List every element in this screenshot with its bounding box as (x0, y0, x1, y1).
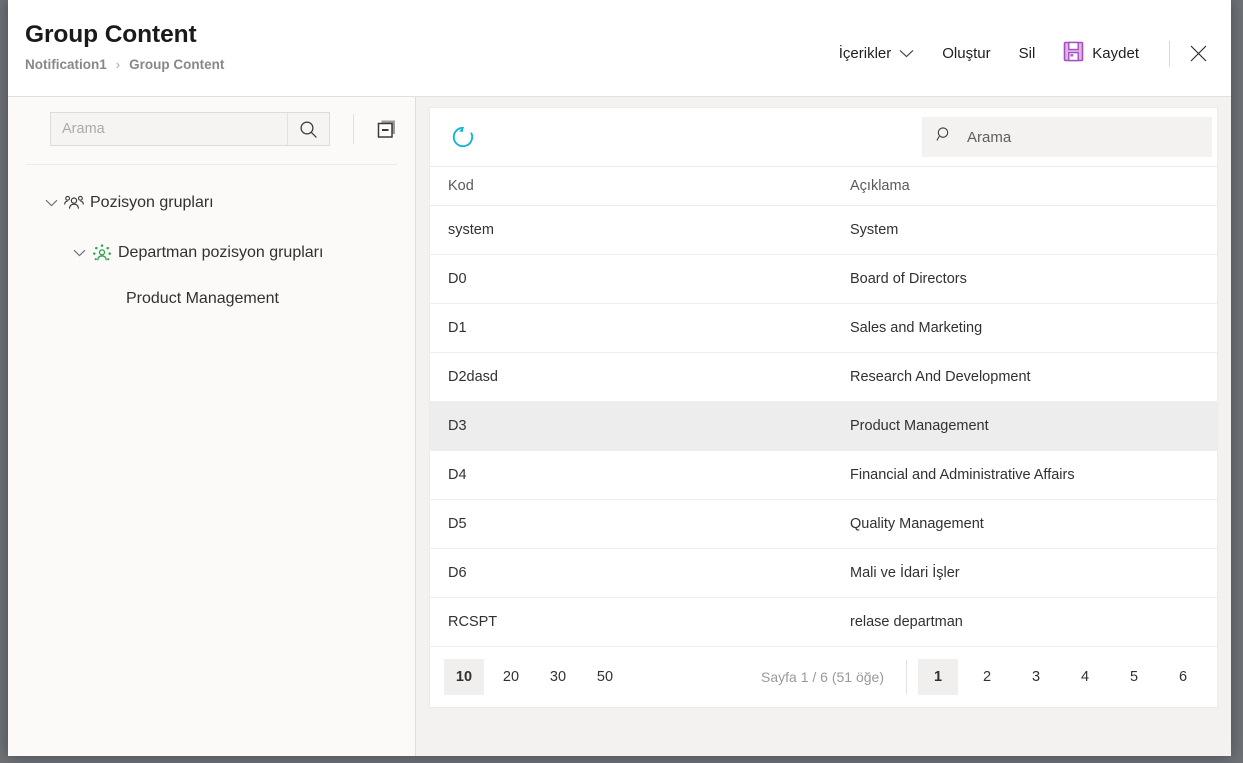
delete-button[interactable]: Sil (1005, 41, 1050, 66)
create-button-label: Oluştur (942, 45, 990, 62)
department-group-icon (90, 244, 114, 263)
page-number-6[interactable]: 6 (1163, 659, 1203, 695)
cell-kod: D6 (430, 549, 848, 598)
header-divider (1169, 41, 1170, 67)
table-row[interactable]: D4 Financial and Administrative Affairs (430, 451, 1217, 500)
tree-node-label: Departman pozisyon grupları (118, 244, 323, 262)
pagination: 10 20 30 50 Sayfa 1 / 6 (51 öğe) 1 2 3 4… (430, 647, 1217, 707)
table-row-selected[interactable]: D3 Product Management (430, 402, 1217, 451)
cell-aciklama: Mali ve İdari İşler (848, 549, 1217, 598)
contents-dropdown-button[interactable]: İçerikler (825, 41, 929, 66)
cell-kod: D4 (430, 451, 848, 500)
cell-kod: D0 (430, 255, 848, 304)
page-size-20[interactable]: 20 (491, 659, 531, 695)
cell-kod: RCSPT (430, 598, 848, 647)
cell-kod: D5 (430, 500, 848, 549)
group-content-panel: Group Content Notification1 › Group Cont… (8, 0, 1231, 756)
page-number-list: 1 2 3 4 5 6 (918, 659, 1207, 695)
refresh-icon (450, 124, 476, 150)
create-button[interactable]: Oluştur (928, 41, 1004, 66)
grid-search-input[interactable] (965, 128, 1198, 147)
table-row[interactable]: D0 Board of Directors (430, 255, 1217, 304)
grid-card: Kod Açıklama system System D0 Board of D… (429, 107, 1218, 708)
search-icon (299, 120, 318, 139)
close-button[interactable] (1180, 41, 1217, 66)
page-size-30[interactable]: 30 (538, 659, 578, 695)
pagination-divider (906, 660, 907, 694)
contents-dropdown-label: İçerikler (839, 45, 892, 62)
sidebar-toolbar (8, 97, 415, 159)
cell-aciklama: relase departman (848, 598, 1217, 647)
save-button[interactable]: Kaydet (1049, 37, 1153, 70)
tree-node-pozisyon-gruplari[interactable]: Pozisyon grupları (8, 187, 415, 219)
cell-aciklama: Board of Directors (848, 255, 1217, 304)
table-row[interactable]: D1 Sales and Marketing (430, 304, 1217, 353)
save-icon (1063, 41, 1084, 66)
cell-kod: system (430, 206, 848, 255)
breadcrumb-item-0[interactable]: Notification1 (25, 57, 107, 72)
sidebar-search (50, 112, 330, 146)
cell-kod: D1 (430, 304, 848, 353)
tree-node-product-management[interactable]: Product Management (8, 283, 415, 315)
table-row[interactable]: RCSPT relase departman (430, 598, 1217, 647)
table-row[interactable]: D2dasd Research And Development (430, 353, 1217, 402)
sidebar-search-button[interactable] (287, 113, 329, 145)
tree-node-label: Product Management (126, 290, 279, 308)
cell-aciklama: Product Management (848, 402, 1217, 451)
cell-aciklama: Research And Development (848, 353, 1217, 402)
cell-kod: D2dasd (430, 353, 848, 402)
save-button-label: Kaydet (1092, 45, 1139, 62)
page-number-1[interactable]: 1 (918, 659, 958, 695)
table-row[interactable]: D5 Quality Management (430, 500, 1217, 549)
breadcrumb-item-1: Group Content (129, 57, 224, 72)
breadcrumb-separator-icon: › (116, 57, 120, 72)
column-header-aciklama[interactable]: Açıklama (848, 167, 1217, 206)
header-title-block: Group Content Notification1 › Group Cont… (8, 0, 224, 72)
tree-node-label: Pozisyon grupları (90, 194, 214, 212)
grid-toolbar (430, 108, 1217, 166)
header-actions: İçerikler Oluştur Sil (825, 37, 1217, 70)
page-number-4[interactable]: 4 (1065, 659, 1105, 695)
tree-node-departman-pozisyon-gruplari[interactable]: Departman pozisyon grupları (8, 237, 415, 269)
table-row[interactable]: system System (430, 206, 1217, 255)
cell-aciklama: System (848, 206, 1217, 255)
table-header-row: Kod Açıklama (430, 167, 1217, 206)
chevron-down-icon (899, 45, 914, 62)
content-area: Kod Açıklama system System D0 Board of D… (416, 97, 1231, 756)
breadcrumb: Notification1 › Group Content (25, 57, 224, 72)
sidebar-toolbar-divider (353, 114, 354, 144)
page-number-3[interactable]: 3 (1016, 659, 1056, 695)
chevron-down-icon[interactable] (68, 249, 90, 257)
table-header: Kod Açıklama (430, 167, 1217, 206)
page-number-2[interactable]: 2 (967, 659, 1007, 695)
search-icon (936, 126, 953, 148)
sidebar-search-input[interactable] (51, 113, 287, 145)
collapse-all-button[interactable] (374, 116, 400, 142)
page-size-selector: 10 20 30 50 (444, 659, 632, 695)
page-size-10[interactable]: 10 (444, 659, 484, 695)
page-number-5[interactable]: 5 (1114, 659, 1154, 695)
column-header-kod[interactable]: Kod (430, 167, 848, 206)
cell-kod: D3 (430, 402, 848, 451)
close-icon (1190, 45, 1207, 62)
collapse-all-icon (376, 118, 398, 140)
refresh-button[interactable] (448, 122, 478, 152)
table-body: system System D0 Board of Directors D1 S… (430, 206, 1217, 647)
tree-view: Pozisyon grupları (8, 165, 415, 315)
chevron-down-icon[interactable] (40, 199, 62, 207)
panel-body: Pozisyon grupları (8, 97, 1231, 756)
cell-aciklama: Quality Management (848, 500, 1217, 549)
grid-search (922, 117, 1212, 157)
panel-header: Group Content Notification1 › Group Cont… (8, 0, 1231, 97)
page-size-50[interactable]: 50 (585, 659, 625, 695)
data-table: Kod Açıklama system System D0 Board of D… (430, 166, 1217, 647)
table-row[interactable]: D6 Mali ve İdari İşler (430, 549, 1217, 598)
page-title: Group Content (25, 22, 224, 49)
pagination-info: Sayfa 1 / 6 (51 öğe) (761, 669, 884, 685)
cell-aciklama: Sales and Marketing (848, 304, 1217, 353)
delete-button-label: Sil (1019, 45, 1036, 62)
group-people-icon (62, 194, 86, 212)
sidebar: Pozisyon grupları (8, 97, 416, 756)
cell-aciklama: Financial and Administrative Affairs (848, 451, 1217, 500)
